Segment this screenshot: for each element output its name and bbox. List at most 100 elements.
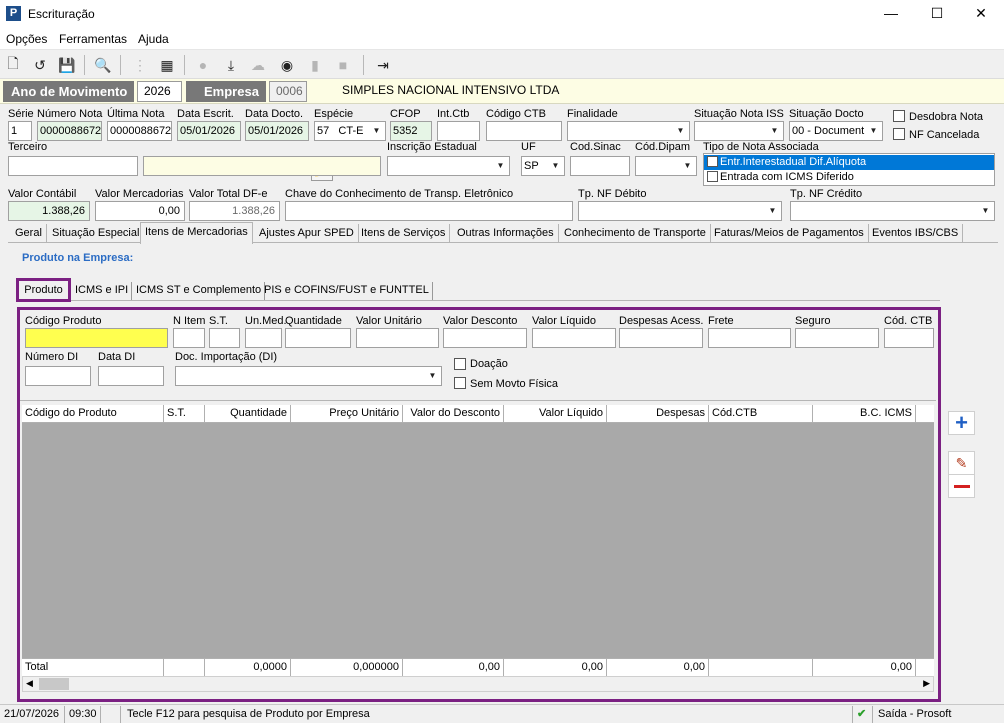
items-grid-body[interactable]	[22, 423, 934, 658]
cod-sinac-field[interactable]	[570, 156, 630, 176]
col-valor-desconto[interactable]: Valor do Desconto	[403, 405, 504, 423]
tab-itens-mercadorias[interactable]: Itens de Mercadorias	[140, 222, 253, 244]
terceiro-name-field[interactable]	[143, 156, 381, 176]
frete-field[interactable]	[708, 328, 791, 348]
col-codigo-produto[interactable]: Código do Produto	[22, 405, 164, 423]
empresa-code-field[interactable]: 0006	[269, 81, 307, 102]
apple-icon[interactable]: ●	[193, 55, 213, 75]
valor-mercadorias-field[interactable]: 0,00	[95, 201, 185, 221]
tipo-nota-checkbox[interactable]	[707, 156, 718, 167]
tab-faturas-pagamentos[interactable]: Faturas/Meios de Pagamentos	[710, 224, 869, 243]
download-icon[interactable]: ⤓	[221, 55, 241, 75]
scroll-right-icon[interactable]: ▶	[923, 678, 930, 689]
sem-movto-checkbox[interactable]	[454, 377, 466, 389]
menu-ajuda[interactable]: Ajuda	[138, 32, 169, 46]
desdobra-checkbox[interactable]	[893, 110, 905, 122]
tp-nf-credito-select[interactable]: ▼	[790, 201, 995, 221]
cloud-icon[interactable]: ☁	[248, 55, 268, 75]
save-icon[interactable]: 💾	[57, 55, 77, 75]
tipo-nota-item[interactable]: Entr.Interestadual Dif.Alíquota	[704, 155, 994, 170]
quantidade-field[interactable]	[285, 328, 351, 348]
data-escrit-field[interactable]: 05/01/2026	[177, 121, 241, 141]
numero-di-field[interactable]	[25, 366, 91, 386]
tab-conhecimento-transporte[interactable]: Conhecimento de Transporte	[560, 224, 711, 243]
despesas-field[interactable]	[619, 328, 703, 348]
tab-outras-informacoes[interactable]: Outras Informações	[453, 224, 559, 243]
col-st[interactable]: S.T.	[164, 405, 205, 423]
undo-icon[interactable]: ↺	[30, 55, 50, 75]
valor-contabil-field[interactable]: 1.388,26	[8, 201, 90, 221]
tab-itens-servicos[interactable]: Itens de Serviços	[357, 224, 451, 243]
data-di-field[interactable]	[98, 366, 164, 386]
situacao-iss-select[interactable]: ▼	[694, 121, 784, 141]
tp-nf-debito-select[interactable]: ▼	[578, 201, 782, 221]
col-preco-unitario[interactable]: Preço Unitário	[291, 405, 403, 423]
codigo-ctb-field[interactable]	[486, 121, 562, 141]
doacao-checkbox[interactable]	[454, 358, 466, 370]
tree-icon[interactable]: ⋮	[130, 55, 150, 75]
horizontal-scrollbar[interactable]: ◀ ▶	[22, 676, 934, 692]
seguro-field[interactable]	[795, 328, 879, 348]
scroll-left-icon[interactable]: ◀	[26, 678, 33, 689]
chave-field[interactable]	[285, 201, 573, 221]
n-item-field[interactable]	[173, 328, 205, 348]
valor-unitario-field[interactable]	[356, 328, 439, 348]
tipo-nota-item[interactable]: Entrada com ICMS Diferido	[704, 170, 994, 185]
menu-ferramentas[interactable]: Ferramentas	[59, 32, 127, 46]
chevron-down-icon: ▼	[768, 206, 777, 215]
col-despesas[interactable]: Despesas	[607, 405, 709, 423]
new-document-icon[interactable]: 🗋	[3, 55, 23, 75]
valor-liquido-field[interactable]	[532, 328, 616, 348]
cib-icon[interactable]: ◉	[277, 55, 297, 75]
tab-situacao-especial[interactable]: Situação Especial	[48, 224, 145, 243]
remove-item-button[interactable]	[948, 474, 975, 498]
finalidade-select[interactable]: ▼	[567, 121, 690, 141]
data-docto-field[interactable]: 05/01/2026	[245, 121, 309, 141]
serie-field[interactable]: 1	[8, 121, 32, 141]
edit-item-button[interactable]: ✎	[948, 451, 975, 475]
scrollbar-thumb[interactable]	[39, 678, 69, 690]
square-icon[interactable]: ■	[333, 55, 353, 75]
tab-ajustes-apur-sped[interactable]: Ajustes Apur SPED	[255, 224, 359, 243]
subtab-icms-st[interactable]: ICMS ST e Complemento	[133, 282, 266, 300]
doc-importacao-select[interactable]: ▼	[175, 366, 442, 386]
codigo-produto-field[interactable]	[25, 328, 168, 348]
subtab-pis-cofins[interactable]: PIS e COFINS/FUST e FUNTTEL	[261, 282, 433, 300]
tipo-nota-list[interactable]: Entr.Interestadual Dif.Alíquota Entrada …	[703, 153, 995, 186]
numero-nota-field[interactable]: 0000088672	[37, 121, 102, 141]
tab-geral[interactable]: Geral	[11, 224, 47, 243]
col-valor-liquido[interactable]: Valor Líquido	[504, 405, 607, 423]
calculator-icon[interactable]: ▦	[157, 55, 177, 75]
inscricao-select[interactable]: ▼	[387, 156, 510, 176]
subtab-produto[interactable]: Produto	[16, 278, 71, 302]
un-med-field[interactable]	[245, 328, 282, 348]
especie-select[interactable]: 57 CT-E ▼	[314, 121, 386, 141]
situacao-docto-select[interactable]: 00 - Document ▼	[789, 121, 883, 141]
uf-select[interactable]: SP ▼	[521, 156, 565, 176]
cfop-field[interactable]: 5352	[390, 121, 432, 141]
menu-opcoes[interactable]: Opções	[6, 32, 47, 46]
valor-desconto-field[interactable]	[443, 328, 527, 348]
valor-total-dfe-field[interactable]: 1.388,26	[189, 201, 280, 221]
nf-cancelada-checkbox[interactable]	[893, 128, 905, 140]
cod-dipam-select[interactable]: ▼	[635, 156, 697, 176]
tipo-nota-checkbox[interactable]	[707, 171, 718, 182]
exit-door-icon[interactable]: ⇥	[373, 55, 393, 75]
col-cod-ctb[interactable]: Cód.CTB	[709, 405, 813, 423]
print-preview-icon[interactable]: 🔍	[93, 55, 113, 75]
maximize-button[interactable]: ☐	[914, 2, 960, 26]
subtab-icms-ipi[interactable]: ICMS e IPI	[72, 282, 133, 300]
int-ctb-field[interactable]	[437, 121, 480, 141]
cod-ctb-field[interactable]	[884, 328, 934, 348]
ultima-nota-field[interactable]: 0000088672	[107, 121, 172, 141]
card-icon[interactable]: ▮	[305, 55, 325, 75]
st-field[interactable]	[209, 328, 240, 348]
col-bc-icms[interactable]: B.C. ICMS	[813, 405, 916, 423]
ano-field[interactable]: 2026	[137, 81, 182, 102]
tab-eventos-ibs-cbs[interactable]: Eventos IBS/CBS	[868, 224, 964, 243]
minimize-button[interactable]: —	[868, 2, 914, 26]
add-item-button[interactable]: +	[948, 411, 975, 435]
col-quantidade[interactable]: Quantidade	[205, 405, 291, 423]
close-button[interactable]: ✕	[958, 2, 1004, 26]
terceiro-code-field[interactable]	[8, 156, 138, 176]
